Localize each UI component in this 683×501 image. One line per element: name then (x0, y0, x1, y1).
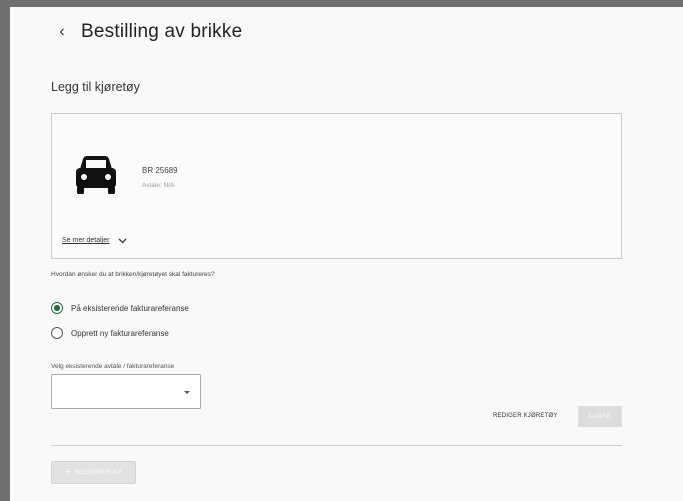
details-link-label[interactable]: Se mer detaljer (62, 237, 109, 244)
vehicle-agreement: Avtale: N/A (142, 182, 175, 189)
radio-new-reference[interactable]: Opprett ny fakturareferanse (51, 327, 169, 339)
radio-button-unchecked[interactable] (51, 327, 63, 339)
billing-question: Hvordan ønsker du at brikken/kjøretøyet … (51, 271, 215, 278)
divider (51, 445, 622, 446)
chevron-left-icon[interactable]: ‹ (55, 22, 69, 42)
register-new-button[interactable]: + REGISTRER NY (51, 461, 136, 484)
car-icon (76, 156, 116, 194)
caret-down-icon[interactable] (184, 391, 190, 394)
header: ‹ Bestilling av brikke (55, 21, 242, 43)
agreement-select[interactable] (51, 374, 201, 409)
page: ‹ Bestilling av brikke Legg til kjøretøy… (10, 7, 683, 501)
chevron-down-icon[interactable] (118, 238, 127, 244)
radio-label-existing[interactable]: På eksisterende fakturareferanse (71, 304, 189, 313)
radio-label-new[interactable]: Opprett ny fakturareferanse (71, 329, 169, 338)
select-label: Velg eksisterende avtale / fakturarefera… (51, 363, 175, 370)
edit-vehicle-button[interactable]: REDIGER KJØRETØY (493, 413, 558, 419)
save-button[interactable]: LAGRE (578, 406, 622, 427)
register-new-label: REGISTRER NY (74, 469, 122, 476)
details-link[interactable]: Se mer detaljer (62, 237, 127, 244)
vehicle-plate: BR 25689 (142, 166, 178, 175)
vehicle-card: BR 25689 Avtale: N/A Se mer detaljer (51, 113, 622, 259)
section-title: Legg til kjøretøy (51, 80, 140, 94)
plus-icon: + (65, 466, 72, 478)
page-title: Bestilling av brikke (81, 21, 243, 42)
radio-button-checked[interactable] (51, 302, 63, 314)
radio-existing-reference[interactable]: På eksisterende fakturareferanse (51, 302, 189, 314)
